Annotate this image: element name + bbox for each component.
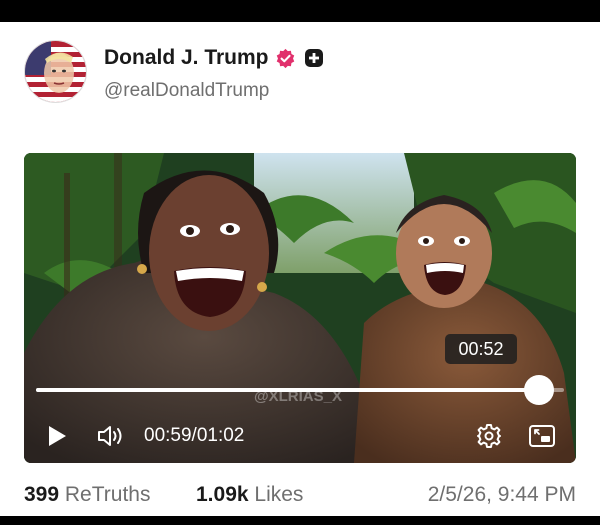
post-timestamp[interactable]: 2/5/26, 9:44 PM (428, 483, 576, 507)
progress-bar[interactable] (36, 375, 564, 405)
duration: 01:02 (196, 425, 245, 446)
post-card: Donald J. Trump @realDonaldTrump @XLRIAS… (0, 22, 600, 516)
settings-button[interactable] (475, 422, 503, 450)
retruths-count: 399 (24, 483, 60, 506)
post-stats: 399 ReTruths 1.09k Likes 2/5/26, 9:44 PM (24, 483, 576, 509)
retruths-label: ReTruths (64, 483, 151, 506)
pip-icon (529, 425, 555, 447)
likes-count: 1.09k (196, 483, 249, 506)
likes-stat[interactable]: 1.09k Likes (196, 483, 303, 507)
play-button[interactable] (44, 423, 70, 449)
bottom-strip (0, 516, 600, 525)
user-handle[interactable]: @realDonaldTrump (104, 80, 269, 102)
play-icon (49, 426, 66, 446)
progress-thumb[interactable] (523, 375, 554, 405)
avatar-image (25, 41, 86, 102)
plus-badge-icon (304, 49, 323, 67)
avatar[interactable] (24, 40, 87, 103)
video-player[interactable]: @XLRIAS_X 00:52 00:59/01:02 (24, 153, 576, 463)
gear-icon (477, 424, 501, 448)
hover-time-tooltip: 00:52 (445, 334, 517, 364)
retruths-stat[interactable]: 399 ReTruths (24, 483, 150, 507)
volume-button[interactable] (96, 422, 126, 450)
picture-in-picture-button[interactable] (527, 422, 557, 450)
likes-label: Likes (254, 483, 304, 506)
volume-icon (98, 426, 122, 446)
progress-fill (36, 388, 539, 392)
display-name[interactable]: Donald J. Trump (104, 46, 269, 70)
time-display: 00:59/01:02 (144, 425, 244, 447)
video-controls: 00:59/01:02 (24, 411, 576, 463)
verified-badge-icon (276, 48, 294, 68)
current-time: 00:59 (144, 425, 192, 446)
name-row: Donald J. Trump (104, 46, 324, 70)
